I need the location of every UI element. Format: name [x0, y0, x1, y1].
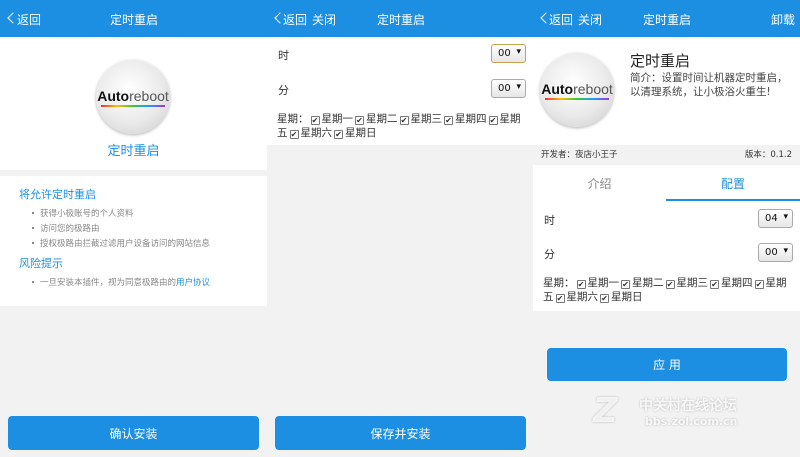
watermark-name: 中关村在线论坛 — [639, 398, 737, 414]
checkbox[interactable]: ✔ — [665, 280, 675, 289]
page-title: 定时重启 — [110, 13, 159, 27]
hour-select[interactable]: 04 — [758, 209, 793, 228]
risk-item: 一旦安装本插件，视为同意极路由的用户协议 — [31, 278, 211, 288]
checkbox[interactable]: ✔ — [754, 280, 764, 289]
checkbox[interactable]: ✔ — [444, 116, 453, 125]
version: 版本：0.1.2 — [744, 150, 792, 160]
active-tab-indicator — [666, 199, 800, 201]
tab-intro[interactable]: 介绍 — [533, 175, 666, 192]
day-label: 星期一 — [321, 113, 354, 125]
permission-item: 获得小极账号的个人资料 — [31, 207, 210, 219]
permission-item: 授权极路由拦截过滤用户设备访问的网站信息 — [31, 239, 211, 249]
page-title: 定时重启 — [643, 13, 692, 27]
checkbox[interactable]: ✔ — [555, 294, 565, 303]
back-button[interactable]: 返回 — [283, 11, 307, 28]
app-name: 定时重启 — [630, 52, 691, 70]
schedule-form: 时 00 分 00 星期：✔星期一✔星期二✔星期三✔星期四✔星期五✔星期六✔星期… — [267, 37, 533, 145]
day-label: 星期日 — [611, 291, 643, 303]
day-label: 星期三 — [410, 113, 443, 125]
checkbox[interactable]: ✔ — [334, 130, 343, 139]
day-label: 星期六 — [300, 127, 333, 139]
permission-item: 访问您的极路由 — [31, 222, 210, 234]
developer: 开发者：夜店小王子 — [541, 150, 618, 160]
installed-panel: 返回 关闭 定时重启 卸载 Autoreboot 定时重启 简介：设置时间让机器… — [533, 0, 800, 457]
config-section: 介绍 配置 时 04 分 00 星期：✔星期一✔星期二✔星期三✔星期四✔星期五✔… — [533, 165, 800, 311]
user-agreement-link[interactable]: 用户协议 — [176, 278, 210, 288]
checkbox[interactable]: ✔ — [488, 116, 498, 125]
day-label: 星期二 — [632, 277, 664, 289]
back-button[interactable]: 返回 — [549, 11, 573, 28]
config-panel: 返回 关闭 定时重启 时 00 分 00 星期：✔星期一✔星期二✔星期三✔星期四… — [267, 0, 533, 457]
day-label: 星期日 — [345, 127, 377, 139]
install-panel: 返回 定时重启 Autoreboot 定时重启 将允许定时重启 获得小极账号的个… — [0, 0, 267, 457]
checkbox[interactable]: ✔ — [310, 116, 320, 125]
day-label: 星期一 — [587, 277, 620, 289]
minute-label: 分 — [278, 84, 289, 97]
hour-select[interactable]: 00 — [491, 44, 526, 63]
developer-bar: 开发者：夜店小王子 版本：0.1.2 — [533, 145, 800, 163]
minute-select[interactable]: 00 — [491, 79, 526, 98]
app-logo: Autoreboot — [96, 60, 170, 134]
week-label: 星期： — [543, 277, 575, 289]
checkbox[interactable]: ✔ — [576, 280, 586, 289]
hour-label: 时 — [544, 214, 555, 227]
day-label: 星期四 — [455, 113, 487, 125]
checkbox[interactable]: ✔ — [710, 280, 719, 289]
back-button[interactable]: 返回 — [17, 11, 41, 28]
day-label: 星期六 — [566, 291, 599, 303]
zol-logo-icon: Z — [593, 391, 618, 431]
day-label: 星期三 — [676, 277, 709, 289]
weekday-checkboxes: 星期： ✔ 星期一 ✔ 星期二 ✔ 星期三 ✔ 星期四 ✔ 星期五 ✔ 星期六 ✔ 星期日 — [277, 112, 527, 140]
day-label: 星期二 — [366, 113, 398, 125]
save-install-button[interactable]: 保存并安装 — [275, 416, 526, 450]
permissions-section: 将允许定时重启 获得小极账号的个人资料 访问您的极路由 授权极路由拦截过滤用户设… — [0, 176, 267, 306]
checkbox[interactable]: ✔ — [355, 116, 364, 125]
close-button[interactable]: 关闭 — [578, 11, 602, 28]
risk-title: 风险提示 — [19, 257, 63, 270]
hour-label: 时 — [278, 49, 289, 62]
header: 返回 关闭 定时重启 — [267, 0, 533, 37]
close-button[interactable]: 关闭 — [312, 11, 336, 28]
watermark-url: bbs.zol.com.cn — [645, 415, 738, 428]
app-name: 定时重启 — [107, 144, 160, 159]
app-logo: Autoreboot — [540, 53, 614, 127]
header: 返回 定时重启 — [0, 0, 267, 37]
checkbox[interactable]: ✔ — [621, 280, 630, 289]
week-label: 星期： — [277, 113, 309, 125]
checkbox[interactable]: ✔ — [600, 294, 609, 303]
permissions-title: 将允许定时重启 — [19, 188, 96, 201]
page-title: 定时重启 — [377, 13, 426, 27]
confirm-install-button[interactable]: 确认安装 — [8, 416, 259, 450]
day-label: 星期四 — [721, 277, 753, 289]
app-description: 简介：设置时间让机器定时重启，以清理系统，让小极浴火重生! — [630, 72, 788, 98]
checkbox[interactable]: ✔ — [289, 130, 299, 139]
minute-select[interactable]: 00 — [758, 243, 793, 262]
weekday-checkboxes: 星期： ✔ 星期一 ✔ 星期二 ✔ 星期三 ✔ 星期四 ✔ 星期五 ✔ 星期六 ✔ 星期日 — [543, 276, 795, 304]
header: 返回 关闭 定时重启 卸载 — [533, 0, 800, 37]
checkbox[interactable]: ✔ — [399, 116, 409, 125]
minute-label: 分 — [544, 248, 555, 261]
app-info: Autoreboot 定时重启 简介：设置时间让机器定时重启，以清理系统，让小极… — [533, 37, 800, 145]
apply-button[interactable]: 应 用 — [547, 348, 787, 381]
uninstall-button[interactable]: 卸载 — [771, 11, 795, 28]
app-hero: Autoreboot 定时重启 — [0, 37, 267, 170]
tab-config[interactable]: 配置 — [666, 175, 800, 192]
